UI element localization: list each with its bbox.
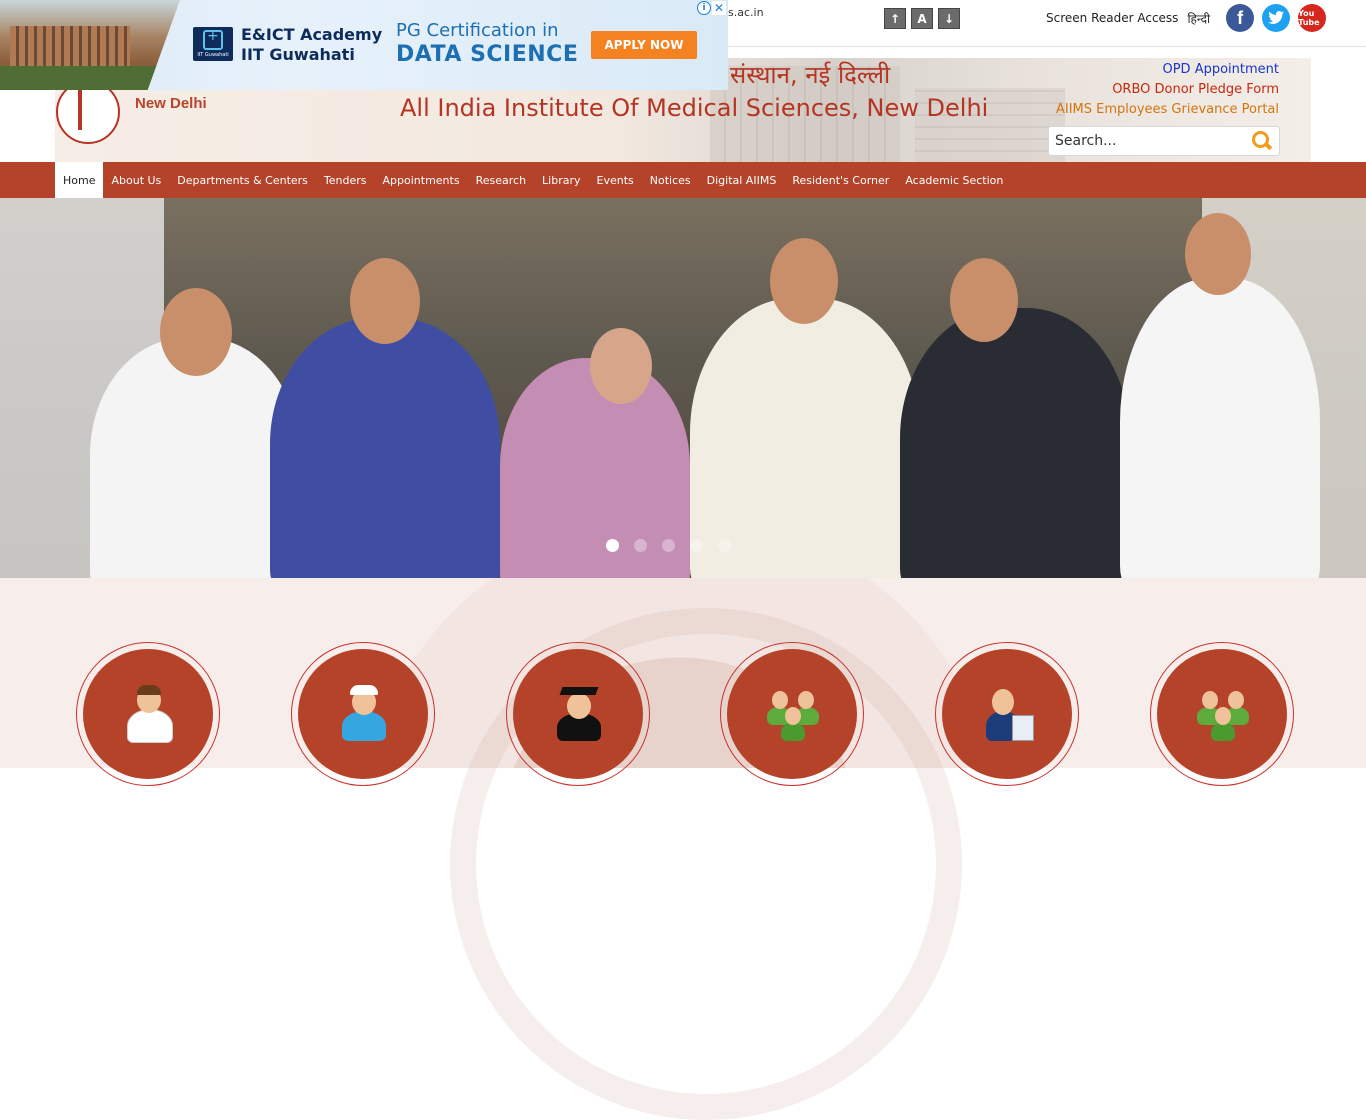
slider-dot-1[interactable] — [606, 539, 619, 552]
twitter-icon[interactable] — [1262, 4, 1291, 32]
slide-person — [690, 298, 920, 578]
search-input[interactable] — [1049, 128, 1249, 154]
group-icon — [1197, 685, 1249, 743]
screen-reader-access-link[interactable]: Screen Reader Access — [1046, 11, 1178, 25]
doctor-icon — [123, 685, 175, 743]
grievance-portal-link[interactable]: AIIMS Employees Grievance Portal — [1056, 100, 1279, 120]
nav-item-research[interactable]: Research — [468, 162, 534, 198]
slide-person-head — [1185, 213, 1251, 295]
group-icon — [767, 685, 819, 743]
presenter-icon — [982, 685, 1034, 743]
facebook-icon[interactable]: f — [1226, 4, 1255, 32]
increase-font-button[interactable]: ↑ — [884, 8, 906, 29]
slider-dot-4[interactable] — [690, 539, 703, 552]
main-navigation: Home About Us Departments & Centers Tend… — [0, 162, 1366, 198]
slider-dot-5[interactable] — [718, 539, 731, 552]
quick-tile-academics[interactable] — [506, 642, 650, 786]
slider-dot-2[interactable] — [634, 539, 647, 552]
search-box — [1048, 126, 1280, 156]
ad-academy-logo: IIT Guwahati — [193, 27, 233, 61]
nav-item-residents-corner[interactable]: Resident's Corner — [784, 162, 897, 198]
header-quick-links: OPD Appointment ORBO Donor Pledge Form A… — [1056, 60, 1279, 120]
nav-item-departments[interactable]: Departments & Centers — [169, 162, 316, 198]
slide-person-head — [160, 288, 232, 376]
twitter-bird-glyph — [1268, 11, 1285, 24]
nav-item-notices[interactable]: Notices — [642, 162, 699, 198]
quick-tile-groups[interactable] — [720, 642, 864, 786]
ad-logo-mark-icon — [203, 28, 223, 50]
slide-person-head — [950, 258, 1018, 342]
ad-organization: E&ICT Academy IIT Guwahati — [241, 25, 382, 65]
orbo-donor-pledge-link[interactable]: ORBO Donor Pledge Form — [1056, 80, 1279, 100]
nav-item-home[interactable]: Home — [55, 162, 104, 198]
nav-item-events[interactable]: Events — [589, 162, 642, 198]
slider-pagination — [606, 539, 731, 552]
ad-org-line2: IIT Guwahati — [241, 45, 355, 64]
slider-dot-3[interactable] — [662, 539, 675, 552]
logo-subtitle: New Delhi — [135, 95, 207, 112]
opd-appointment-link[interactable]: OPD Appointment — [1056, 60, 1279, 80]
quick-access-section — [0, 578, 1366, 1120]
slide-person-head — [590, 328, 652, 404]
quick-tile-nurse[interactable] — [291, 642, 435, 786]
nav-item-digital-aiims[interactable]: Digital AIIMS — [699, 162, 785, 198]
top-right-links: Screen Reader Access हिन्दी f You Tube — [1046, 4, 1327, 32]
site-url-text: s.ac.in — [728, 6, 764, 19]
slide-person-head — [350, 258, 420, 344]
decrease-font-button[interactable]: ↓ — [938, 8, 960, 29]
nurse-icon — [338, 685, 390, 743]
quick-tile-doctor[interactable] — [76, 642, 220, 786]
ad-logo-caption: IIT Guwahati — [197, 52, 229, 58]
nav-item-about-us[interactable]: About Us — [103, 162, 169, 198]
institute-title-english: All India Institute Of Medical Sciences,… — [400, 94, 989, 122]
hindi-language-link[interactable]: हिन्दी — [1187, 10, 1210, 27]
slide-person — [270, 318, 500, 578]
nav-item-appointments[interactable]: Appointments — [375, 162, 468, 198]
ad-org-line1: E&ICT Academy — [241, 25, 383, 44]
search-icon[interactable] — [1249, 129, 1273, 153]
ad-cert-line: PG Certification in — [396, 20, 559, 41]
slide-person — [900, 308, 1130, 578]
hero-image-slider[interactable] — [0, 198, 1366, 578]
normal-font-button[interactable]: A — [911, 8, 933, 29]
nav-item-academic-section[interactable]: Academic Section — [897, 162, 1011, 198]
advertisement-banner[interactable]: IIT Guwahati E&ICT Academy IIT Guwahati … — [0, 0, 728, 90]
graduate-icon — [553, 685, 605, 743]
ad-apply-now-button[interactable]: APPLY NOW — [591, 31, 697, 59]
ad-close-icon[interactable]: ✕ — [712, 1, 726, 15]
font-size-controls: ↑ A ↓ — [884, 8, 960, 29]
nav-item-tenders[interactable]: Tenders — [316, 162, 375, 198]
institute-title-hindi: संस्थान, नई दिल्ली — [730, 61, 891, 89]
slide-person-head — [770, 238, 838, 324]
ad-headline: DATA SCIENCE — [396, 42, 579, 67]
quick-tile-community[interactable] — [1150, 642, 1294, 786]
ad-campus-photo — [0, 0, 180, 90]
slide-person — [1120, 278, 1320, 578]
nav-item-library[interactable]: Library — [534, 162, 588, 198]
youtube-icon[interactable]: You Tube — [1298, 4, 1327, 32]
quick-tile-administration[interactable] — [935, 642, 1079, 786]
ad-info-icon[interactable]: i — [697, 1, 711, 15]
